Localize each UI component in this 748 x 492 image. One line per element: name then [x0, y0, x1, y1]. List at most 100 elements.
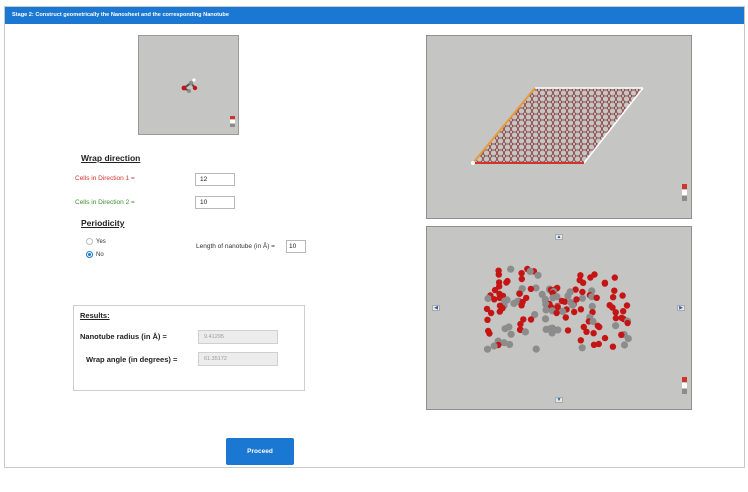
- metal-atom: [506, 340, 514, 349]
- arrow-up-icon[interactable]: ▲: [555, 234, 563, 240]
- oxygen-atom: [596, 323, 603, 331]
- oxygen-atom: [579, 279, 587, 286]
- oxygen-atom: [618, 331, 625, 338]
- footer-text-cutoff: [0, 478, 748, 492]
- wrap-direction-title: Wrap direction: [81, 153, 141, 163]
- oxygen-atom: [619, 292, 626, 299]
- oxygen-atom: [620, 308, 627, 315]
- oxygen-atom: [491, 296, 498, 303]
- oxygen-atom: [527, 285, 535, 293]
- metal-atom: [624, 335, 632, 343]
- oxygen-atom: [609, 343, 617, 350]
- arrow-right-icon[interactable]: ▶: [677, 305, 685, 311]
- oxygen-atom: [623, 302, 631, 309]
- metal-atom: [549, 294, 557, 302]
- oxygen-atom: [561, 298, 568, 305]
- oxygen-atom: [579, 288, 586, 296]
- metal-atom: [501, 325, 509, 333]
- results-title: Results:: [80, 311, 110, 320]
- oxygen-atom: [590, 341, 598, 348]
- oxygen-atom: [609, 294, 617, 301]
- unit-cell-viewer[interactable]: [138, 35, 239, 135]
- wrap-angle-output: 61.35172: [198, 352, 278, 366]
- metal-atom: [510, 299, 518, 307]
- periodicity-yes-radio[interactable]: [86, 238, 93, 245]
- periodicity-no-option[interactable]: No: [86, 251, 104, 258]
- radius-label: Nanotube radius (in Å) =: [80, 332, 167, 341]
- oxygen-atom: [517, 320, 524, 328]
- oxygen-atom: [496, 308, 503, 315]
- metal-atom: [534, 271, 542, 279]
- nanotube-length-input[interactable]: 10: [286, 240, 306, 253]
- periodicity-no-radio[interactable]: [86, 251, 93, 258]
- metal-atom: [578, 344, 586, 352]
- metal-atom: [559, 307, 567, 315]
- metal-atom: [548, 329, 556, 337]
- oxygen-atom: [587, 274, 594, 281]
- nanosheet-structure: [471, 87, 687, 201]
- metal-atom: [490, 342, 498, 350]
- metal-atom: [521, 328, 529, 336]
- oxygen-atom: [590, 330, 597, 337]
- nanosheet-viewer[interactable]: [426, 35, 692, 219]
- direction-2-input[interactable]: 10: [195, 196, 235, 209]
- results-panel: Results: Nanotube radius (in Å) = 9.4129…: [73, 305, 305, 391]
- metal-atom: [588, 302, 596, 310]
- oxygen-atom: [562, 314, 569, 321]
- metal-atom: [569, 301, 577, 309]
- metal-atom: [578, 294, 586, 302]
- oxygen-atom: [612, 309, 619, 316]
- direction-2-label: Cells in Direction 2 =: [75, 199, 135, 206]
- periodicity-yes-label: Yes: [96, 238, 106, 245]
- metal-atom: [541, 315, 550, 323]
- oxygen-atom: [553, 309, 560, 317]
- oxygen-atom: [583, 328, 590, 335]
- metal-atom: [507, 330, 515, 338]
- oxygen-atom: [527, 316, 535, 323]
- oxygen-atom: [518, 270, 525, 277]
- oxygen-atom: [593, 294, 600, 301]
- oxygen-atom: [486, 330, 493, 337]
- oxygen-atom: [624, 319, 631, 327]
- direction-1-input[interactable]: 12: [195, 173, 235, 186]
- metal-atom: [483, 345, 492, 353]
- arrow-left-icon[interactable]: ◀: [432, 305, 440, 311]
- nanotube-structure: [483, 265, 687, 394]
- oxygen-atom: [611, 274, 618, 281]
- metal-atom: [526, 267, 534, 275]
- oxygen-atom: [571, 308, 578, 316]
- periodicity-yes-option[interactable]: Yes: [86, 238, 106, 245]
- metal-atom: [542, 306, 550, 314]
- oxygen-atom: [601, 280, 609, 287]
- oxygen-atom: [518, 275, 525, 283]
- oxygen-atom: [487, 309, 495, 317]
- oxygen-atom: [612, 314, 620, 322]
- metal-atom: [564, 292, 572, 300]
- oxygen-atom: [577, 306, 585, 313]
- direction-1-label: Cells in Direction 1 =: [75, 175, 135, 182]
- unit-cell-molecule: [181, 78, 235, 127]
- nanotube-viewer[interactable]: ▲ ◀ ▶ ▼: [426, 226, 692, 410]
- oxygen-atom: [518, 302, 525, 309]
- axis-legend-swatch: [682, 389, 687, 394]
- periodicity-no-label: No: [96, 251, 104, 258]
- nanotube-length-label: Length of nanotube (in Å) =: [196, 243, 275, 250]
- radius-output: 9.41295: [198, 330, 278, 344]
- proceed-button[interactable]: Proceed: [226, 438, 294, 465]
- oxygen-atom: [484, 316, 491, 323]
- axis-legend-swatch: [682, 383, 687, 388]
- oxygen-atom: [516, 290, 523, 297]
- oxygen-atom: [564, 327, 572, 334]
- periodicity-title: Periodicity: [81, 218, 125, 228]
- arrow-down-icon[interactable]: ▼: [555, 397, 563, 403]
- metal-atom: [507, 265, 515, 273]
- axis-legend-swatch: [682, 377, 687, 382]
- metal-atom: [484, 294, 492, 303]
- oxygen-atom: [577, 337, 584, 344]
- oxygen-atom: [601, 334, 609, 342]
- wrap-angle-label: Wrap angle (in degrees) =: [86, 355, 178, 364]
- metal-atom: [532, 345, 540, 353]
- oxygen-atom: [495, 271, 502, 278]
- metal-atom: [620, 341, 629, 349]
- metal-atom: [612, 322, 620, 330]
